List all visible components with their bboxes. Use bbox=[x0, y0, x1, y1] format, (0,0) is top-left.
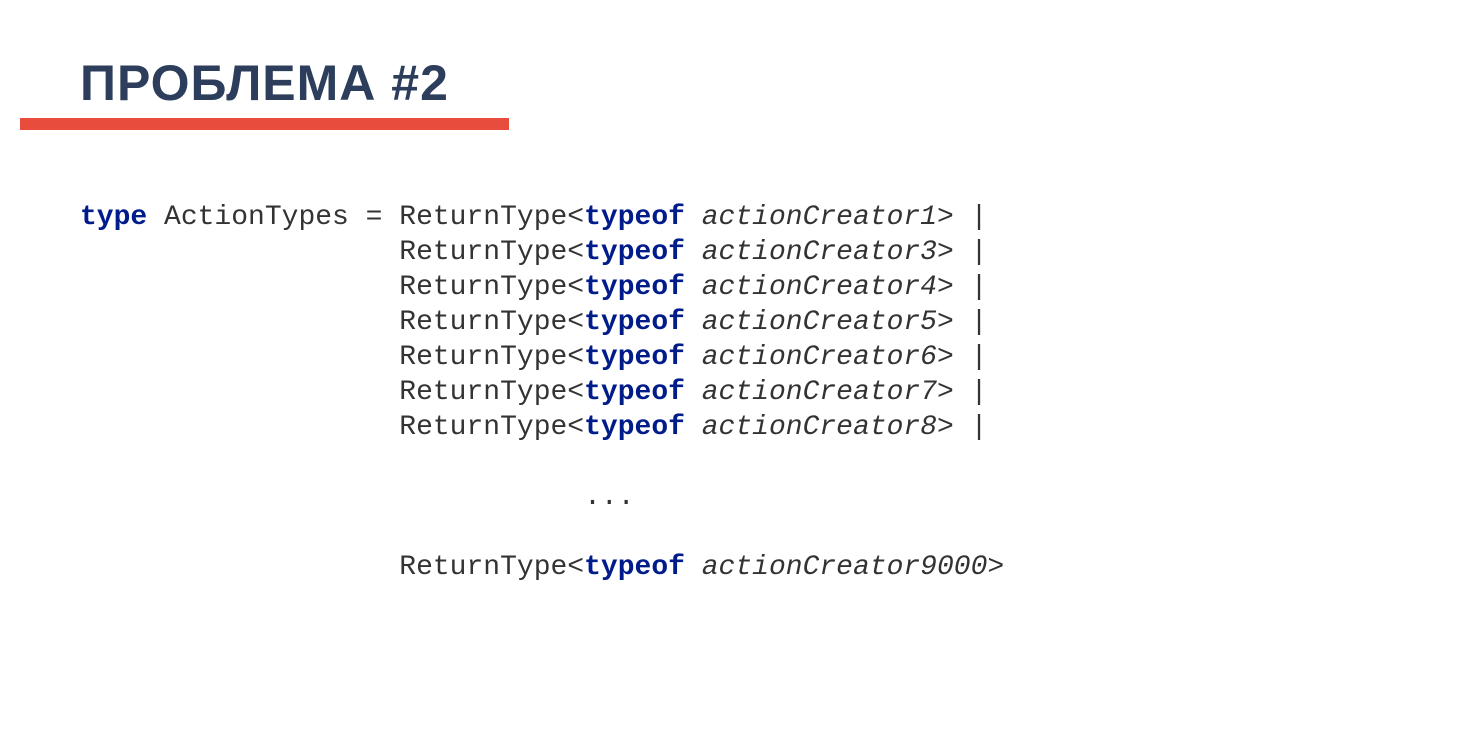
gt-pipe: > | bbox=[937, 377, 987, 408]
space bbox=[685, 237, 702, 268]
keyword-typeof: typeof bbox=[584, 272, 685, 303]
space bbox=[685, 202, 702, 233]
space bbox=[685, 552, 702, 583]
title-underline bbox=[20, 118, 509, 130]
indent bbox=[80, 377, 399, 408]
keyword-typeof: typeof bbox=[584, 412, 685, 443]
return-type-open: ReturnType< bbox=[399, 307, 584, 338]
return-type-open: ReturnType< bbox=[399, 552, 584, 583]
return-type-open: ReturnType< bbox=[399, 342, 584, 373]
gt-pipe: > | bbox=[937, 272, 987, 303]
keyword-type: type bbox=[80, 202, 147, 233]
keyword-typeof: typeof bbox=[584, 552, 685, 583]
space bbox=[685, 412, 702, 443]
indent bbox=[80, 482, 399, 513]
creator-6: actionCreator6 bbox=[702, 342, 937, 373]
gt-pipe: > | bbox=[937, 237, 987, 268]
return-type-open: ReturnType< bbox=[399, 272, 584, 303]
indent bbox=[80, 237, 399, 268]
space bbox=[685, 377, 702, 408]
creator-1: actionCreator1 bbox=[702, 202, 937, 233]
gt-pipe: > | bbox=[937, 342, 987, 373]
code-block: type ActionTypes = ReturnType<typeof act… bbox=[80, 200, 1004, 585]
keyword-typeof: typeof bbox=[584, 237, 685, 268]
return-type-open: ReturnType< bbox=[399, 412, 584, 443]
gt-pipe: > | bbox=[937, 202, 987, 233]
creator-last: actionCreator9000 bbox=[702, 552, 988, 583]
indent bbox=[80, 552, 399, 583]
gt-pipe: > | bbox=[937, 412, 987, 443]
slide: ПРОБЛЕМА #2 type ActionTypes = ReturnTyp… bbox=[0, 0, 1478, 748]
return-type-open: ReturnType< bbox=[399, 237, 584, 268]
decl-name: ActionTypes = bbox=[147, 202, 399, 233]
space bbox=[685, 307, 702, 338]
creator-8: actionCreator8 bbox=[702, 412, 937, 443]
creator-5: actionCreator5 bbox=[702, 307, 937, 338]
ellipsis: ... bbox=[584, 482, 634, 513]
indent bbox=[80, 342, 399, 373]
keyword-typeof: typeof bbox=[584, 377, 685, 408]
space bbox=[685, 272, 702, 303]
keyword-typeof: typeof bbox=[584, 307, 685, 338]
space bbox=[685, 342, 702, 373]
creator-7: actionCreator7 bbox=[702, 377, 937, 408]
gt-pipe: > | bbox=[937, 307, 987, 338]
indent bbox=[80, 307, 399, 338]
short-indent bbox=[399, 482, 584, 513]
slide-title: ПРОБЛЕМА #2 bbox=[20, 54, 509, 118]
keyword-typeof: typeof bbox=[584, 342, 685, 373]
return-type-open: ReturnType< bbox=[399, 202, 584, 233]
keyword-typeof: typeof bbox=[584, 202, 685, 233]
indent bbox=[80, 412, 399, 443]
creator-3: actionCreator3 bbox=[702, 237, 937, 268]
indent bbox=[80, 272, 399, 303]
return-type-open: ReturnType< bbox=[399, 377, 584, 408]
creator-4: actionCreator4 bbox=[702, 272, 937, 303]
title-block: ПРОБЛЕМА #2 bbox=[20, 54, 509, 130]
gt-close: > bbox=[987, 552, 1004, 583]
